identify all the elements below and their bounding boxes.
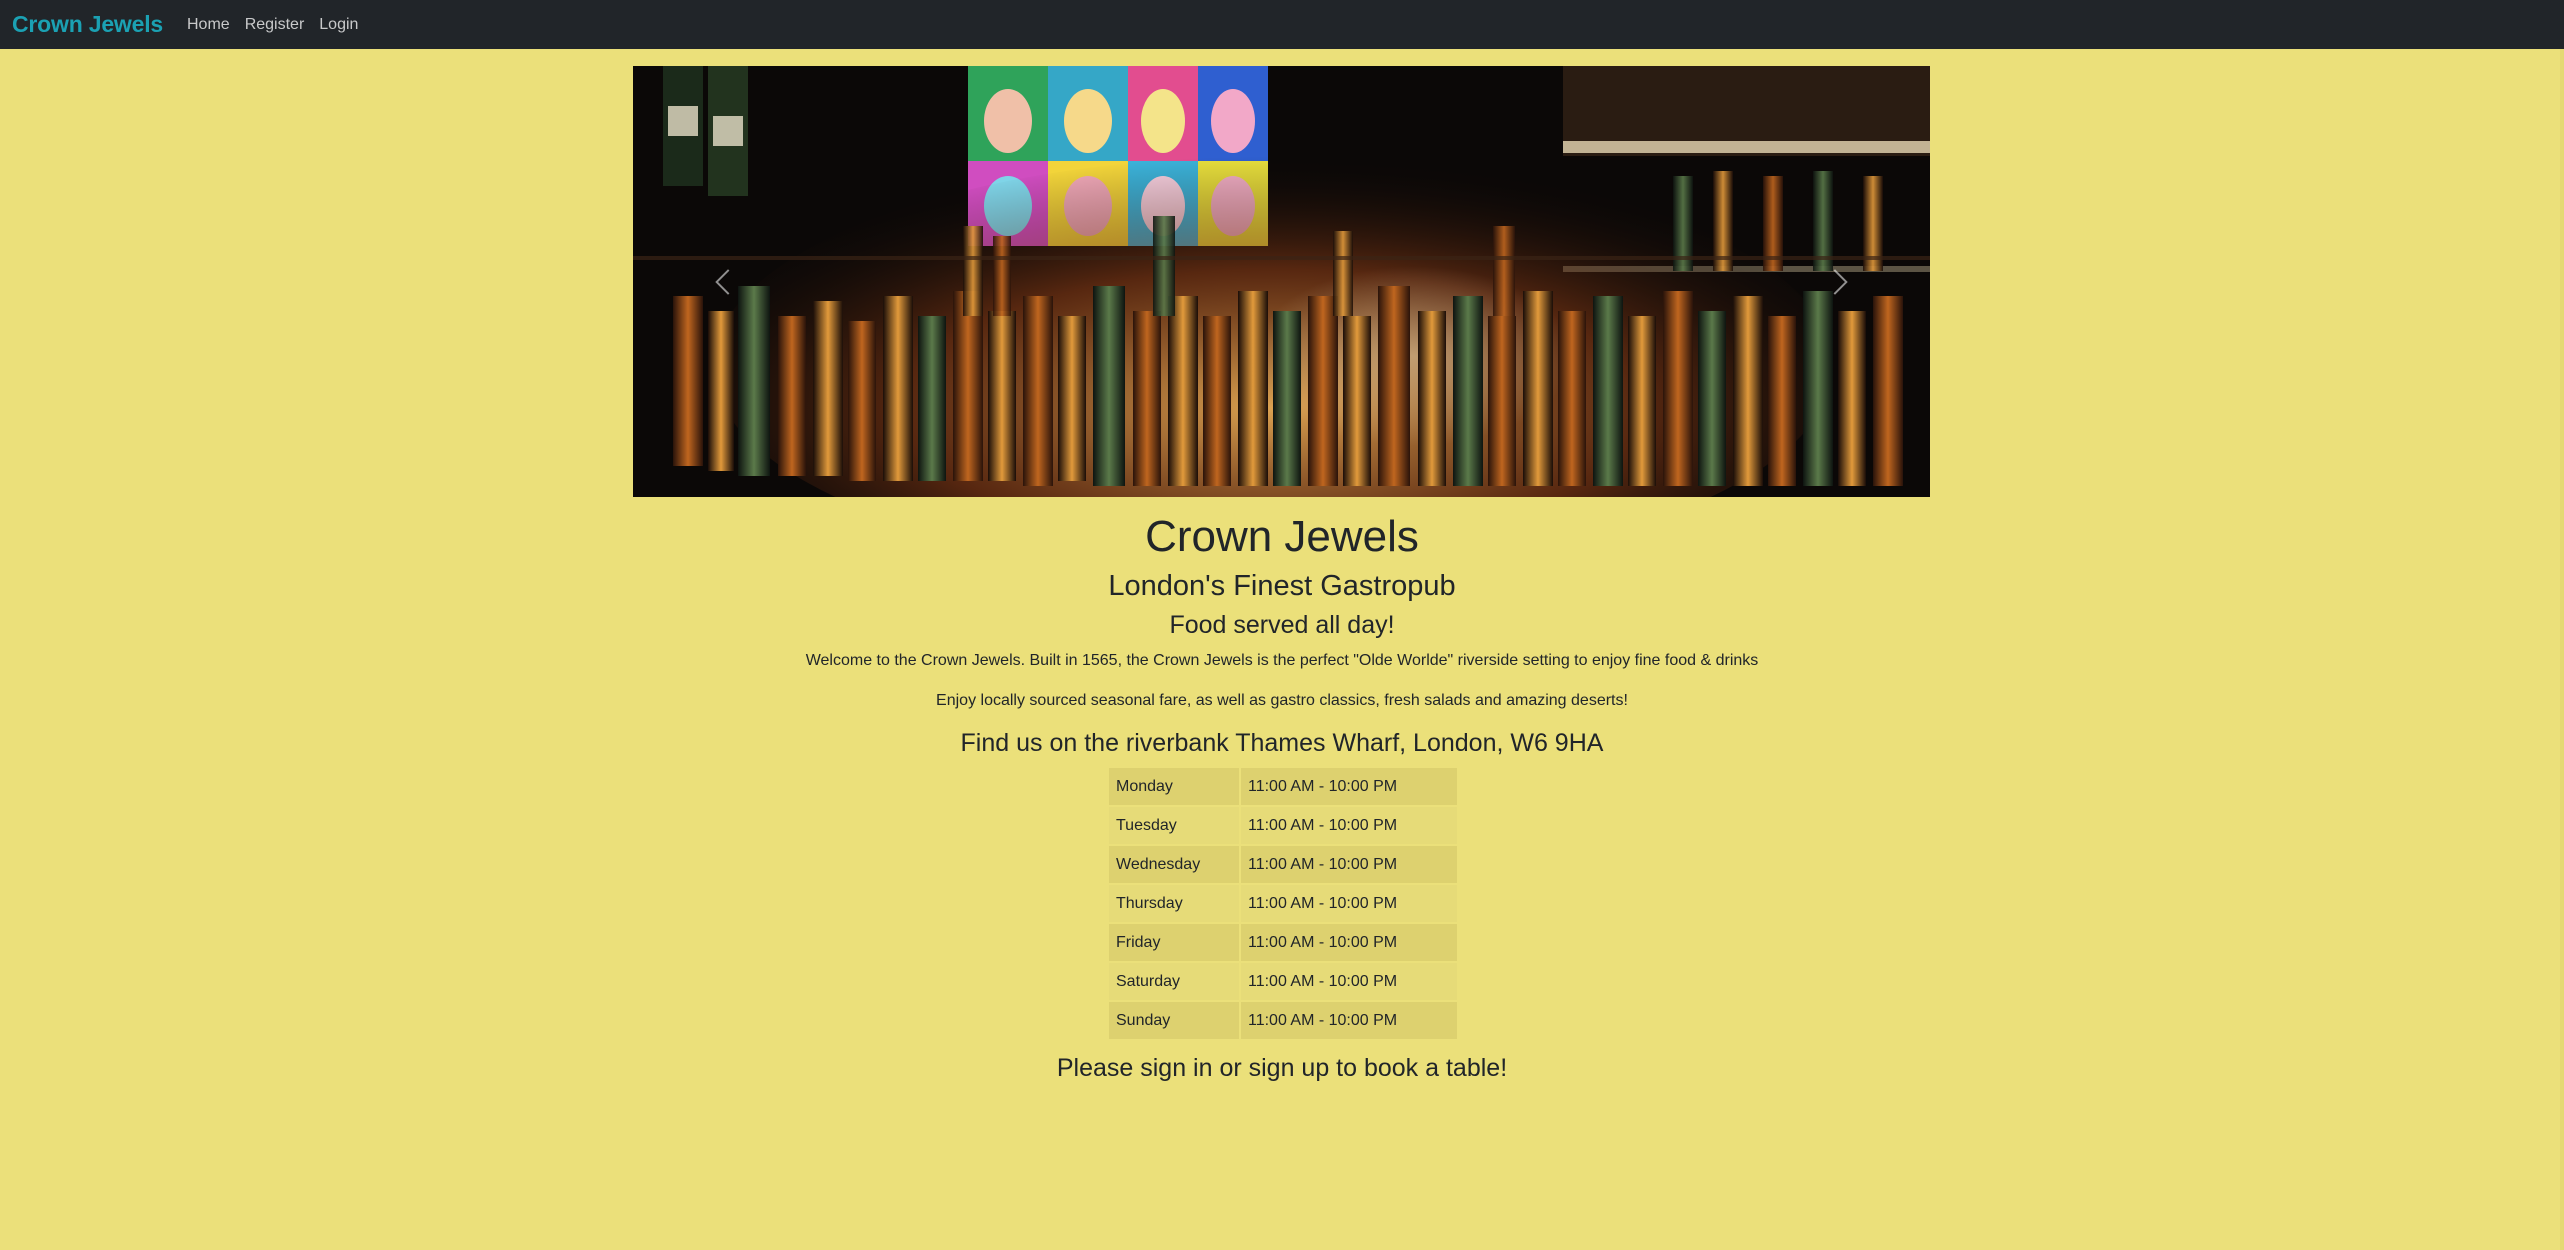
hours-cell: 11:00 AM - 10:00 PM [1241, 924, 1457, 961]
nav-link-register[interactable]: Register [245, 16, 305, 34]
welcome-text: Welcome to the Crown Jewels. Built in 15… [805, 652, 1759, 669]
day-cell: Saturday [1109, 963, 1239, 1000]
table-row: Friday 11:00 AM - 10:00 PM [1109, 924, 1457, 961]
booking-prompt: Please sign in or sign up to book a tabl… [1056, 1054, 1508, 1082]
hours-cell: 11:00 AM - 10:00 PM [1241, 963, 1457, 1000]
bar-shelves-photo [633, 66, 1930, 497]
nav-link-home[interactable]: Home [187, 16, 230, 34]
table-row: Sunday 11:00 AM - 10:00 PM [1109, 1002, 1457, 1039]
hours-cell: 11:00 AM - 10:00 PM [1241, 1002, 1457, 1039]
day-cell: Thursday [1109, 885, 1239, 922]
day-cell: Monday [1109, 768, 1239, 805]
table-row: Monday 11:00 AM - 10:00 PM [1109, 768, 1457, 805]
carousel-prev-button[interactable] [683, 66, 773, 497]
table-row: Wednesday 11:00 AM - 10:00 PM [1109, 846, 1457, 883]
brand-link[interactable]: Crown Jewels [12, 11, 163, 38]
hours-cell: 11:00 AM - 10:00 PM [1241, 846, 1457, 883]
day-cell: Friday [1109, 924, 1239, 961]
menu-description-text: Enjoy locally sourced seasonal fare, as … [936, 692, 1628, 709]
chevron-left-icon [715, 268, 741, 295]
day-cell: Tuesday [1109, 807, 1239, 844]
carousel-next-button[interactable] [1790, 66, 1880, 497]
hours-cell: 11:00 AM - 10:00 PM [1241, 807, 1457, 844]
table-row: Thursday 11:00 AM - 10:00 PM [1109, 885, 1457, 922]
page-title: Crown Jewels [1145, 512, 1419, 561]
hours-cell: 11:00 AM - 10:00 PM [1241, 768, 1457, 805]
opening-hours-table: Monday 11:00 AM - 10:00 PM Tuesday 11:00… [1107, 766, 1459, 1041]
navbar: Crown Jewels Home Register Login [0, 0, 2564, 49]
food-served-heading: Food served all day! [1169, 611, 1395, 639]
nav-link-login[interactable]: Login [319, 16, 358, 34]
image-carousel [633, 66, 1930, 497]
day-cell: Sunday [1109, 1002, 1239, 1039]
day-cell: Wednesday [1109, 846, 1239, 883]
table-row: Saturday 11:00 AM - 10:00 PM [1109, 963, 1457, 1000]
hours-cell: 11:00 AM - 10:00 PM [1241, 885, 1457, 922]
page-subtitle: London's Finest Gastropub [1108, 570, 1456, 602]
chevron-right-icon [1822, 268, 1848, 295]
table-row: Tuesday 11:00 AM - 10:00 PM [1109, 807, 1457, 844]
location-heading: Find us on the riverbank Thames Wharf, L… [960, 729, 1604, 757]
